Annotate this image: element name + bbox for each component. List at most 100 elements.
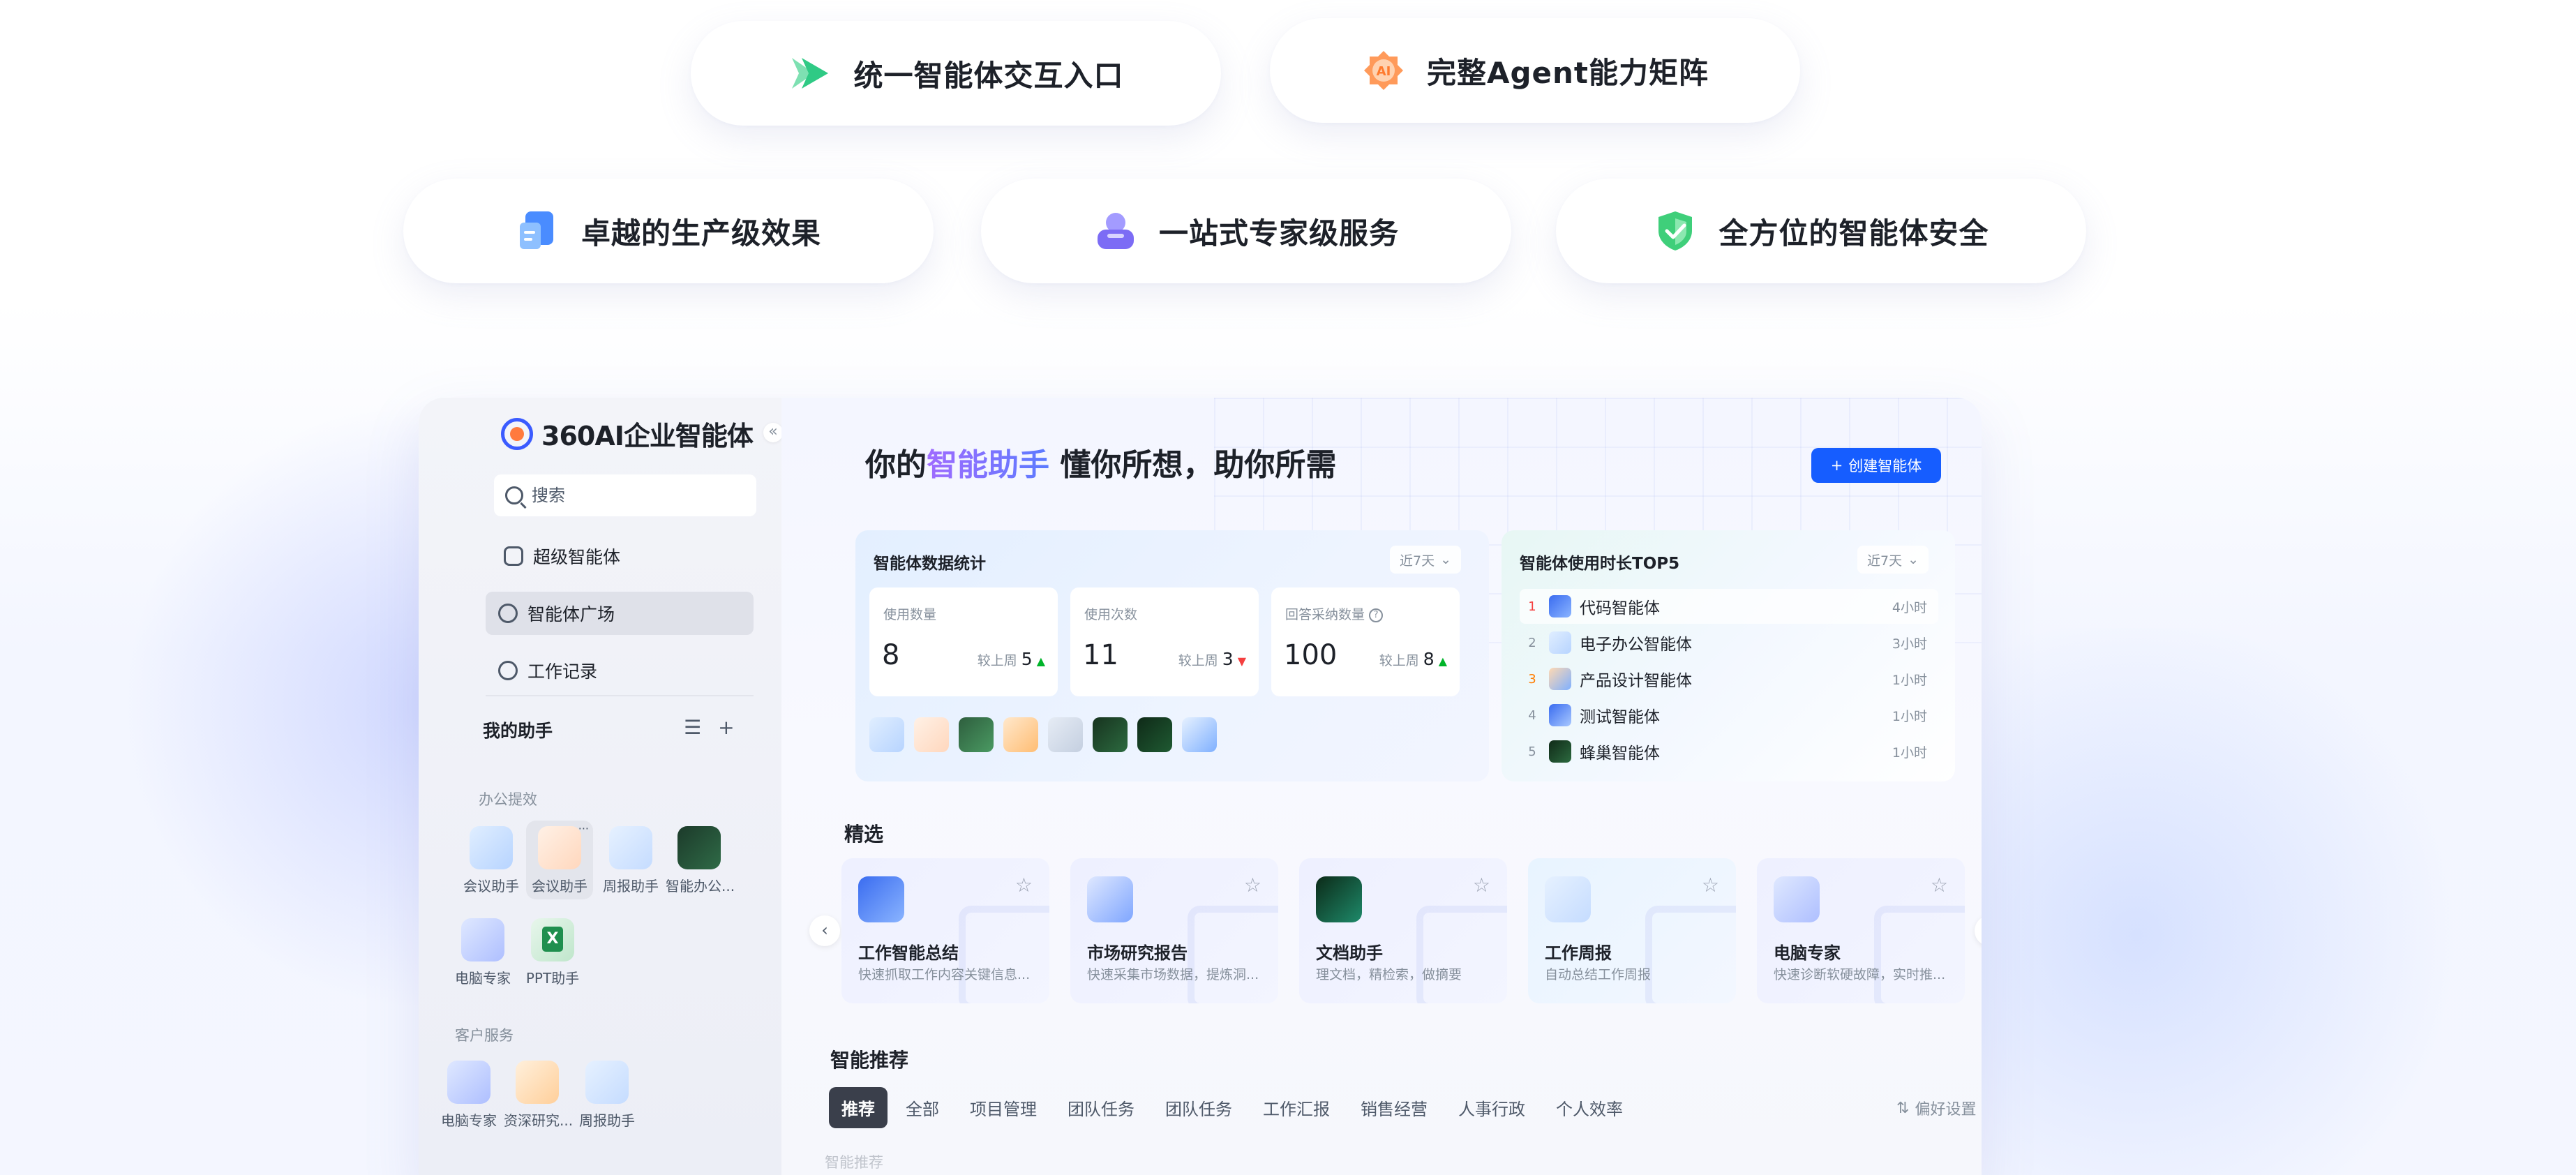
- brand-logo-icon: [501, 417, 533, 450]
- tab-sales[interactable]: 销售经营: [1348, 1087, 1440, 1128]
- assistant-item[interactable]: 周报助手: [597, 826, 664, 895]
- feature-pill-expert-service: 一站式专家级服务: [981, 179, 1511, 283]
- nav-label: 超级智能体: [533, 547, 621, 567]
- agent-icon-meeting: [869, 717, 904, 752]
- star-icon[interactable]: ☆: [1473, 874, 1490, 897]
- sidebar: 360AI企业智能体 « 超级智能体 智能体广场 工作记录 我的助手 ☰ + 办…: [419, 398, 783, 1175]
- more-icon[interactable]: ···: [578, 822, 589, 835]
- sort-icon: ⇅: [1896, 1099, 1910, 1117]
- preference-settings-button[interactable]: ⇅ 偏好设置: [1896, 1097, 1976, 1119]
- agent-icon-shield: [1182, 717, 1217, 752]
- feature-pill-agent-matrix: AI 完整Agent能力矩阵: [1270, 18, 1800, 123]
- agent-icon-crab: [914, 717, 949, 752]
- tab-work-report[interactable]: 工作汇报: [1250, 1087, 1342, 1128]
- add-assistant-icon[interactable]: +: [718, 716, 734, 739]
- star-icon[interactable]: ☆: [1015, 874, 1033, 897]
- assistant-item[interactable]: 会议助手 ···: [526, 821, 593, 899]
- robot-icon: [504, 546, 523, 566]
- trend-up-icon: ▲: [1438, 654, 1447, 668]
- feature-label: 卓越的生产级效果: [581, 216, 821, 250]
- featured-card[interactable]: ☆ 工作周报 自动总结工作周报: [1528, 858, 1736, 1003]
- my-assistants-tools: ☰ +: [684, 716, 735, 739]
- assistant-item[interactable]: 会议助手: [458, 826, 525, 895]
- assistant-item[interactable]: X PPT助手: [519, 918, 586, 987]
- assistant-item[interactable]: 智能办公...: [666, 826, 735, 895]
- star-icon[interactable]: ☆: [1931, 874, 1948, 897]
- tab-personal-efficiency[interactable]: 个人效率: [1543, 1087, 1635, 1128]
- plaza-icon: [498, 604, 518, 623]
- top5-row[interactable]: 5 蜂巢智能体 1小时: [1520, 734, 1938, 769]
- featured-prev-button[interactable]: ‹: [809, 915, 840, 946]
- group-label-office: 办公提效: [479, 791, 537, 808]
- top5-row[interactable]: 4 测试智能体 1小时: [1520, 698, 1938, 733]
- top5-card: 智能体使用时长TOP5 近7天 ⌄ 1 代码智能体 4小时 2 电子办公智能体 3小时 3…: [1502, 530, 1955, 781]
- search-box[interactable]: [494, 474, 756, 516]
- feature-label: 统一智能体交互入口: [853, 58, 1124, 93]
- stats-range-select[interactable]: 近7天 ⌄: [1390, 546, 1462, 574]
- recommend-title: 智能推荐: [830, 1049, 909, 1072]
- list-view-icon[interactable]: ☰: [684, 716, 701, 739]
- assistant-item[interactable]: 资深研究...: [504, 1061, 573, 1130]
- nav-item-super-agent[interactable]: 超级智能体: [491, 534, 754, 578]
- meeting-assistant-icon: [538, 826, 581, 869]
- document-cube-icon: [516, 209, 560, 253]
- recommend-subtitle: 智能推荐: [825, 1154, 883, 1171]
- tab-team-tasks[interactable]: 团队任务: [1055, 1087, 1147, 1128]
- top5-row[interactable]: 2 电子办公智能体 3小时: [1520, 625, 1938, 660]
- search-input[interactable]: [532, 486, 741, 505]
- chevron-down-icon: ⌄: [1908, 552, 1919, 567]
- agent-icon-board: [959, 717, 994, 752]
- chevron-down-icon: ⌄: [1440, 552, 1452, 567]
- featured-card[interactable]: ☆ 电脑专家 快速诊断软硬故障，实时推...: [1757, 858, 1965, 1003]
- tab-team-tasks-2[interactable]: 团队任务: [1153, 1087, 1245, 1128]
- stats-agent-icons: [869, 717, 1217, 752]
- senior-research-icon: [516, 1061, 559, 1104]
- group-label-customer: 客户服务: [455, 1027, 514, 1044]
- expert-person-icon: [1093, 209, 1138, 253]
- create-agent-button[interactable]: + 创建智能体: [1811, 448, 1941, 483]
- assistant-item[interactable]: 电脑专家: [435, 1061, 502, 1130]
- my-assistants-title: 我的助手: [483, 721, 553, 741]
- tab-project-management[interactable]: 项目管理: [957, 1087, 1049, 1128]
- agent-icon-cycle: [1137, 717, 1172, 752]
- featured-card[interactable]: ☆ 市场研究报告 快速采集市场数据，提炼洞...: [1070, 858, 1278, 1003]
- weekly-report-icon: [1545, 876, 1591, 922]
- nav-item-agent-plaza[interactable]: 智能体广场: [486, 592, 754, 635]
- featured-card[interactable]: ☆ 工作智能总结 快速抓取工作内容关键信息...: [841, 858, 1049, 1003]
- tab-hr-admin[interactable]: 人事行政: [1446, 1087, 1538, 1128]
- computer-expert-icon: [461, 918, 504, 961]
- nav-label: 智能体广场: [527, 604, 615, 624]
- document-assistant-icon: [1316, 876, 1362, 922]
- feature-label: 一站式专家级服务: [1158, 216, 1399, 250]
- code-agent-icon: [1549, 595, 1571, 618]
- star-icon[interactable]: ☆: [1702, 874, 1719, 897]
- tab-all[interactable]: 全部: [893, 1087, 952, 1128]
- feature-label: 全方位的智能体安全: [1718, 216, 1989, 250]
- featured-title: 精选: [844, 823, 884, 846]
- weekly-report-icon: [585, 1061, 629, 1104]
- assistant-item[interactable]: 周报助手: [574, 1061, 641, 1130]
- shield-check-icon: [1653, 209, 1698, 253]
- svg-text:AI: AI: [1377, 64, 1391, 79]
- assistant-item[interactable]: 电脑专家: [449, 918, 516, 987]
- page-title: 你的智能助手 懂你所想，助你所需: [865, 447, 1337, 483]
- tab-recommend[interactable]: 推荐: [829, 1087, 888, 1128]
- feature-pill-unified-entry: 统一智能体交互入口: [691, 21, 1221, 126]
- brand-logo[interactable]: 360AI企业智能体: [501, 414, 754, 453]
- stats-card: 智能体数据统计 近7天 ⌄ 使用数量 8 较上周 5 ▲ 使用次数 11 较上周 3 …: [855, 530, 1489, 781]
- search-icon: [505, 486, 523, 504]
- top5-range-select[interactable]: 近7天 ⌄: [1857, 546, 1929, 574]
- stat-usage-times: 使用次数 11 较上周 3 ▼: [1070, 588, 1259, 696]
- nav-item-work-history[interactable]: 工作记录: [486, 649, 754, 692]
- excel-icon: X: [531, 918, 574, 961]
- market-research-icon: [1087, 876, 1133, 922]
- star-icon[interactable]: ☆: [1244, 874, 1261, 897]
- main-area: [781, 398, 1982, 1175]
- top5-row[interactable]: 3 产品设计智能体 1小时: [1520, 661, 1938, 696]
- weekly-report-icon: [609, 826, 652, 869]
- top5-title: 智能体使用时长TOP5: [1520, 555, 1680, 573]
- top5-row[interactable]: 1 代码智能体 4小时: [1520, 589, 1938, 624]
- office-agent-icon: [1549, 631, 1571, 654]
- featured-card[interactable]: ☆ 文档助手 理文档，精检索，做摘要: [1299, 858, 1507, 1003]
- collapse-sidebar-button[interactable]: «: [763, 423, 783, 442]
